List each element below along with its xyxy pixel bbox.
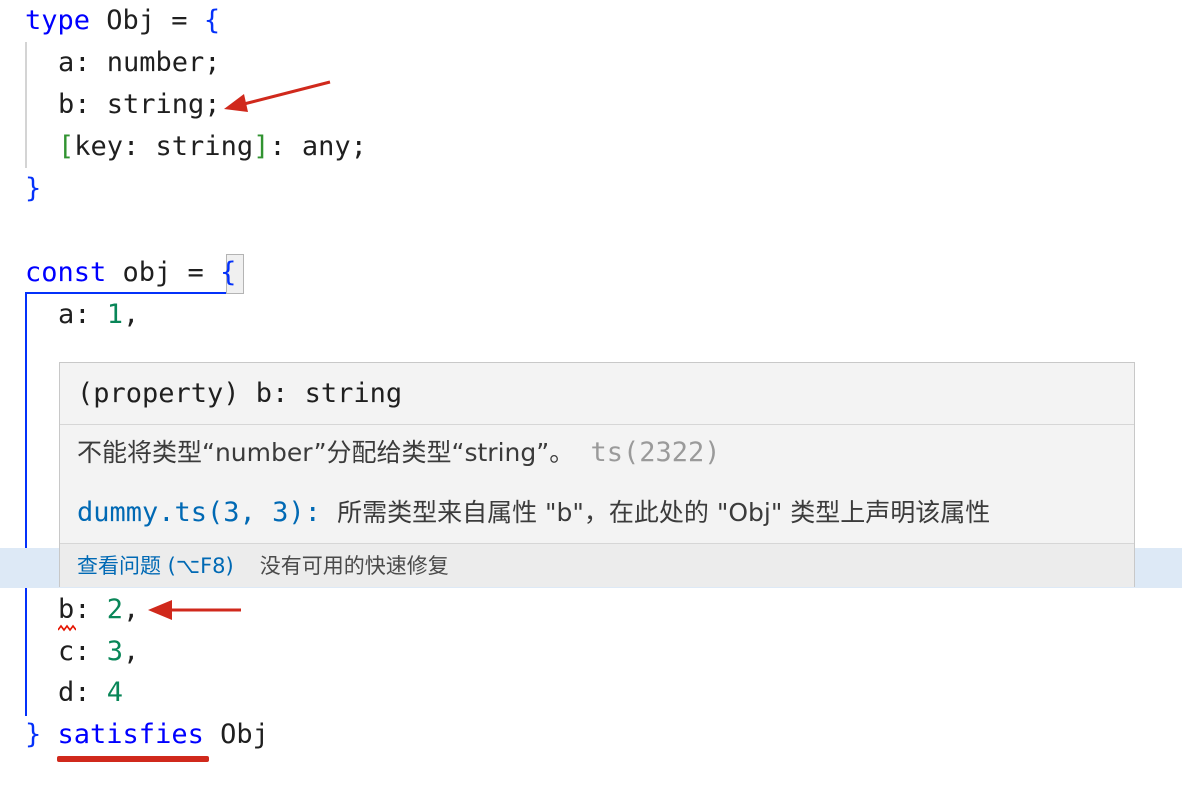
bracket-close: ] bbox=[253, 131, 270, 162]
obj-prop-a: a: bbox=[58, 299, 107, 330]
no-quick-fix-text: 没有可用的快速修复 bbox=[259, 554, 449, 578]
prop-b-text: b: string; bbox=[58, 89, 221, 120]
obj-val-a: 1 bbox=[106, 299, 124, 330]
prop-a-text: a: number; bbox=[58, 47, 221, 78]
obj-val-b: 2 bbox=[106, 594, 124, 625]
code-line-obj-c[interactable]: c: 3, bbox=[58, 631, 139, 673]
bracket-open: [ bbox=[58, 131, 75, 162]
hover-actions-bar: 查看问题 (⌥F8) 没有可用的快速修复 bbox=[60, 543, 1134, 587]
keyword-type: type bbox=[25, 5, 91, 36]
obj-prop-d: d: bbox=[58, 677, 107, 708]
code-line-index-signature[interactable]: [key: string]: any; bbox=[58, 126, 367, 168]
obj-val-d: 4 bbox=[106, 677, 124, 708]
related-info-text: 所需类型来自属性 "b"，在此处的 "Obj" 类型上声明该属性 bbox=[337, 498, 991, 527]
comma: , bbox=[123, 636, 140, 667]
annotation-underline bbox=[57, 756, 209, 762]
hover-error-message: 不能将类型“number”分配给类型“string”。 ts(2322) bbox=[77, 433, 721, 473]
index-type: : any; bbox=[269, 131, 367, 162]
obj-prop-b-error[interactable]: b bbox=[58, 594, 74, 625]
code-line-satisfies[interactable]: } satisfies Obj bbox=[25, 714, 269, 756]
related-location-link[interactable]: dummy.ts(3, 3): bbox=[77, 497, 321, 528]
index-key: key: string bbox=[74, 131, 254, 162]
error-code: ts(2322) bbox=[590, 437, 721, 468]
keyword-satisfies: satisfies bbox=[57, 719, 204, 750]
view-problem-link[interactable]: 查看问题 (⌥F8) bbox=[77, 554, 234, 578]
indent-guide bbox=[25, 42, 27, 168]
satisfies-type: Obj bbox=[220, 719, 269, 750]
code-line-close-type[interactable]: } bbox=[25, 168, 41, 210]
open-brace: { bbox=[203, 5, 221, 36]
code-line-obj-a[interactable]: a: 1, bbox=[58, 294, 139, 336]
code-line-prop-b[interactable]: b: string; bbox=[58, 84, 221, 126]
obj-val-c: 3 bbox=[106, 636, 124, 667]
code-editor[interactable]: type Obj = { a: number; b: string; [key:… bbox=[0, 0, 1182, 788]
annotation-arrow-icon bbox=[148, 600, 241, 620]
hover-tooltip[interactable]: (property) b: string 不能将类型“number”分配给类型“… bbox=[59, 362, 1135, 587]
const-name: obj = bbox=[106, 257, 221, 288]
code-line-type-decl[interactable]: type Obj = { bbox=[25, 0, 220, 42]
hover-related-info: dummy.ts(3, 3): 所需类型来自属性 "b"，在此处的 "Obj" … bbox=[77, 493, 990, 533]
keyword-const: const bbox=[25, 257, 107, 288]
obj-prop-c: c: bbox=[58, 636, 107, 667]
code-line-obj-d[interactable]: d: 4 bbox=[58, 672, 123, 714]
code-line-prop-a[interactable]: a: number; bbox=[58, 42, 221, 84]
open-brace-obj: { bbox=[220, 257, 237, 288]
error-message-text: 不能将类型“number”分配给类型“string”。 bbox=[77, 438, 575, 467]
close-brace: } bbox=[25, 173, 42, 204]
code-line-const-decl[interactable]: const obj = { bbox=[25, 252, 236, 294]
close-brace-obj: } bbox=[25, 719, 42, 750]
comma: , bbox=[123, 594, 140, 625]
comma: , bbox=[123, 299, 140, 330]
hover-signature: (property) b: string bbox=[60, 363, 1134, 425]
colon: : bbox=[74, 594, 107, 625]
bracket-scope-left bbox=[25, 292, 27, 716]
annotation-arrow-icon bbox=[224, 80, 331, 112]
type-name: Obj = bbox=[90, 5, 204, 36]
